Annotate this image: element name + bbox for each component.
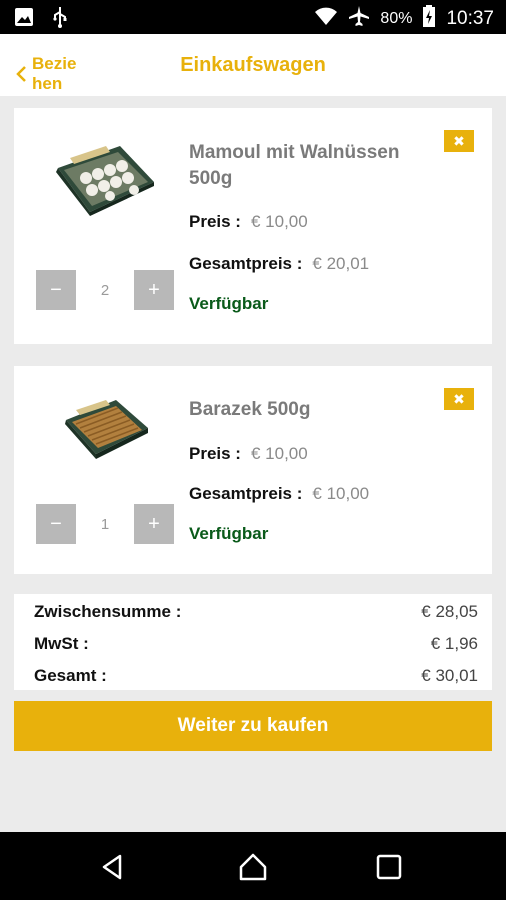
product-name: Barazek 500g xyxy=(189,399,311,420)
total-price-row: Gesamtpreis : € 10,00 xyxy=(189,484,369,504)
decrease-quantity-button[interactable]: − xyxy=(36,504,76,544)
subtotal-row: Zwischensumme : € 28,05 xyxy=(34,602,478,622)
page-title: Einkaufswagen xyxy=(180,54,326,76)
app-header: Bezie hen Einkaufswagen xyxy=(0,34,506,96)
cart-item: ✖ Mamoul mit Walnüssen 500g Preis : € 10… xyxy=(14,108,492,344)
clock: 10:37 xyxy=(446,7,494,29)
battery-charging-icon xyxy=(422,5,436,32)
product-image-mamoul xyxy=(56,146,154,216)
system-nav-bar xyxy=(0,832,506,900)
tax-row: MwSt : € 1,96 xyxy=(34,634,478,654)
nav-home-icon[interactable] xyxy=(238,852,268,882)
increase-quantity-button[interactable]: + xyxy=(134,270,174,310)
tax-value: € 1,96 xyxy=(430,634,478,653)
quantity-value: 1 xyxy=(100,515,110,533)
order-summary: Zwischensumme : € 28,05 MwSt : € 1,96 Ge… xyxy=(14,594,492,690)
total-price-value: € 20,01 xyxy=(312,254,370,273)
airplane-icon xyxy=(348,5,370,32)
nav-recent-apps-icon[interactable] xyxy=(374,852,404,882)
total-price-value: € 10,00 xyxy=(312,484,370,503)
subtotal-value: € 28,05 xyxy=(421,602,478,621)
product-name: Mamoul mit Walnüssen 500g xyxy=(189,142,400,189)
usb-icon xyxy=(52,6,68,33)
subtotal-label: Zwischensumme : xyxy=(34,602,182,621)
total-price-row: Gesamtpreis : € 20,01 xyxy=(189,254,369,274)
cart-item: ✖ Barazek 500g Preis : € 10,00 Gesamtpre… xyxy=(14,366,492,574)
decrease-quantity-button[interactable]: − xyxy=(36,270,76,310)
price-value: € 10,00 xyxy=(250,212,308,231)
quantity-stepper: − 2 + xyxy=(36,270,174,310)
price-label: Preis : xyxy=(189,444,241,463)
status-bar: 80% 10:37 xyxy=(0,0,506,34)
nav-back-icon[interactable] xyxy=(98,852,128,882)
grand-total-row: Gesamt : € 30,01 xyxy=(34,666,478,686)
increase-quantity-button[interactable]: + xyxy=(134,504,174,544)
price-value: € 10,00 xyxy=(250,444,308,463)
quantity-value: 2 xyxy=(100,281,110,299)
grand-total-value: € 30,01 xyxy=(421,666,478,685)
availability-status: Verfügbar xyxy=(189,294,269,313)
quantity-stepper: − 1 + xyxy=(36,504,174,544)
wifi-icon xyxy=(314,6,338,31)
tax-label: MwSt : xyxy=(34,634,89,653)
image-icon xyxy=(14,7,34,32)
total-price-label: Gesamtpreis : xyxy=(189,484,303,503)
continue-to-checkout-button[interactable]: Weiter zu kaufen xyxy=(14,701,492,751)
availability-status: Verfügbar xyxy=(189,524,269,543)
remove-item-button[interactable]: ✖ xyxy=(444,130,474,152)
remove-item-button[interactable]: ✖ xyxy=(444,388,474,410)
price-row: Preis : € 10,00 xyxy=(189,444,308,464)
grand-total-label: Gesamt : xyxy=(34,666,107,685)
price-row: Preis : € 10,00 xyxy=(189,212,308,232)
product-image-barazek xyxy=(65,400,148,459)
price-label: Preis : xyxy=(189,212,241,231)
battery-percent: 80% xyxy=(380,9,413,27)
total-price-label: Gesamtpreis : xyxy=(189,254,303,273)
